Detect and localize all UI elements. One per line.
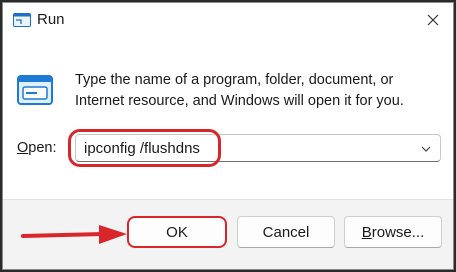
run-app-icon <box>13 13 31 27</box>
red-arrow-annotation <box>21 225 127 244</box>
open-label: Open: <box>17 140 57 156</box>
chevron-down-icon[interactable] <box>420 143 432 155</box>
title-bar: Run <box>3 3 453 37</box>
open-label-text: pen: <box>28 140 57 156</box>
run-dialog: Run Type the name of a program, folder, … <box>2 2 454 270</box>
cancel-button[interactable]: Cancel <box>237 216 335 248</box>
run-program-icon <box>17 75 53 105</box>
dialog-description: Type the name of a program, folder, docu… <box>75 72 404 109</box>
browse-accelerator: B <box>361 223 372 241</box>
browse-label: rowse... <box>371 223 425 241</box>
open-label-accelerator: O <box>17 140 29 156</box>
browse-button[interactable]: Browse... <box>344 216 442 248</box>
close-icon <box>427 14 439 26</box>
window-title: Run <box>37 11 65 28</box>
open-command-combobox[interactable]: ipconfig /flushdns <box>75 134 441 162</box>
close-button[interactable] <box>413 3 453 37</box>
command-input-value[interactable]: ipconfig /flushdns <box>84 140 200 157</box>
ok-button[interactable]: OK <box>127 216 227 248</box>
